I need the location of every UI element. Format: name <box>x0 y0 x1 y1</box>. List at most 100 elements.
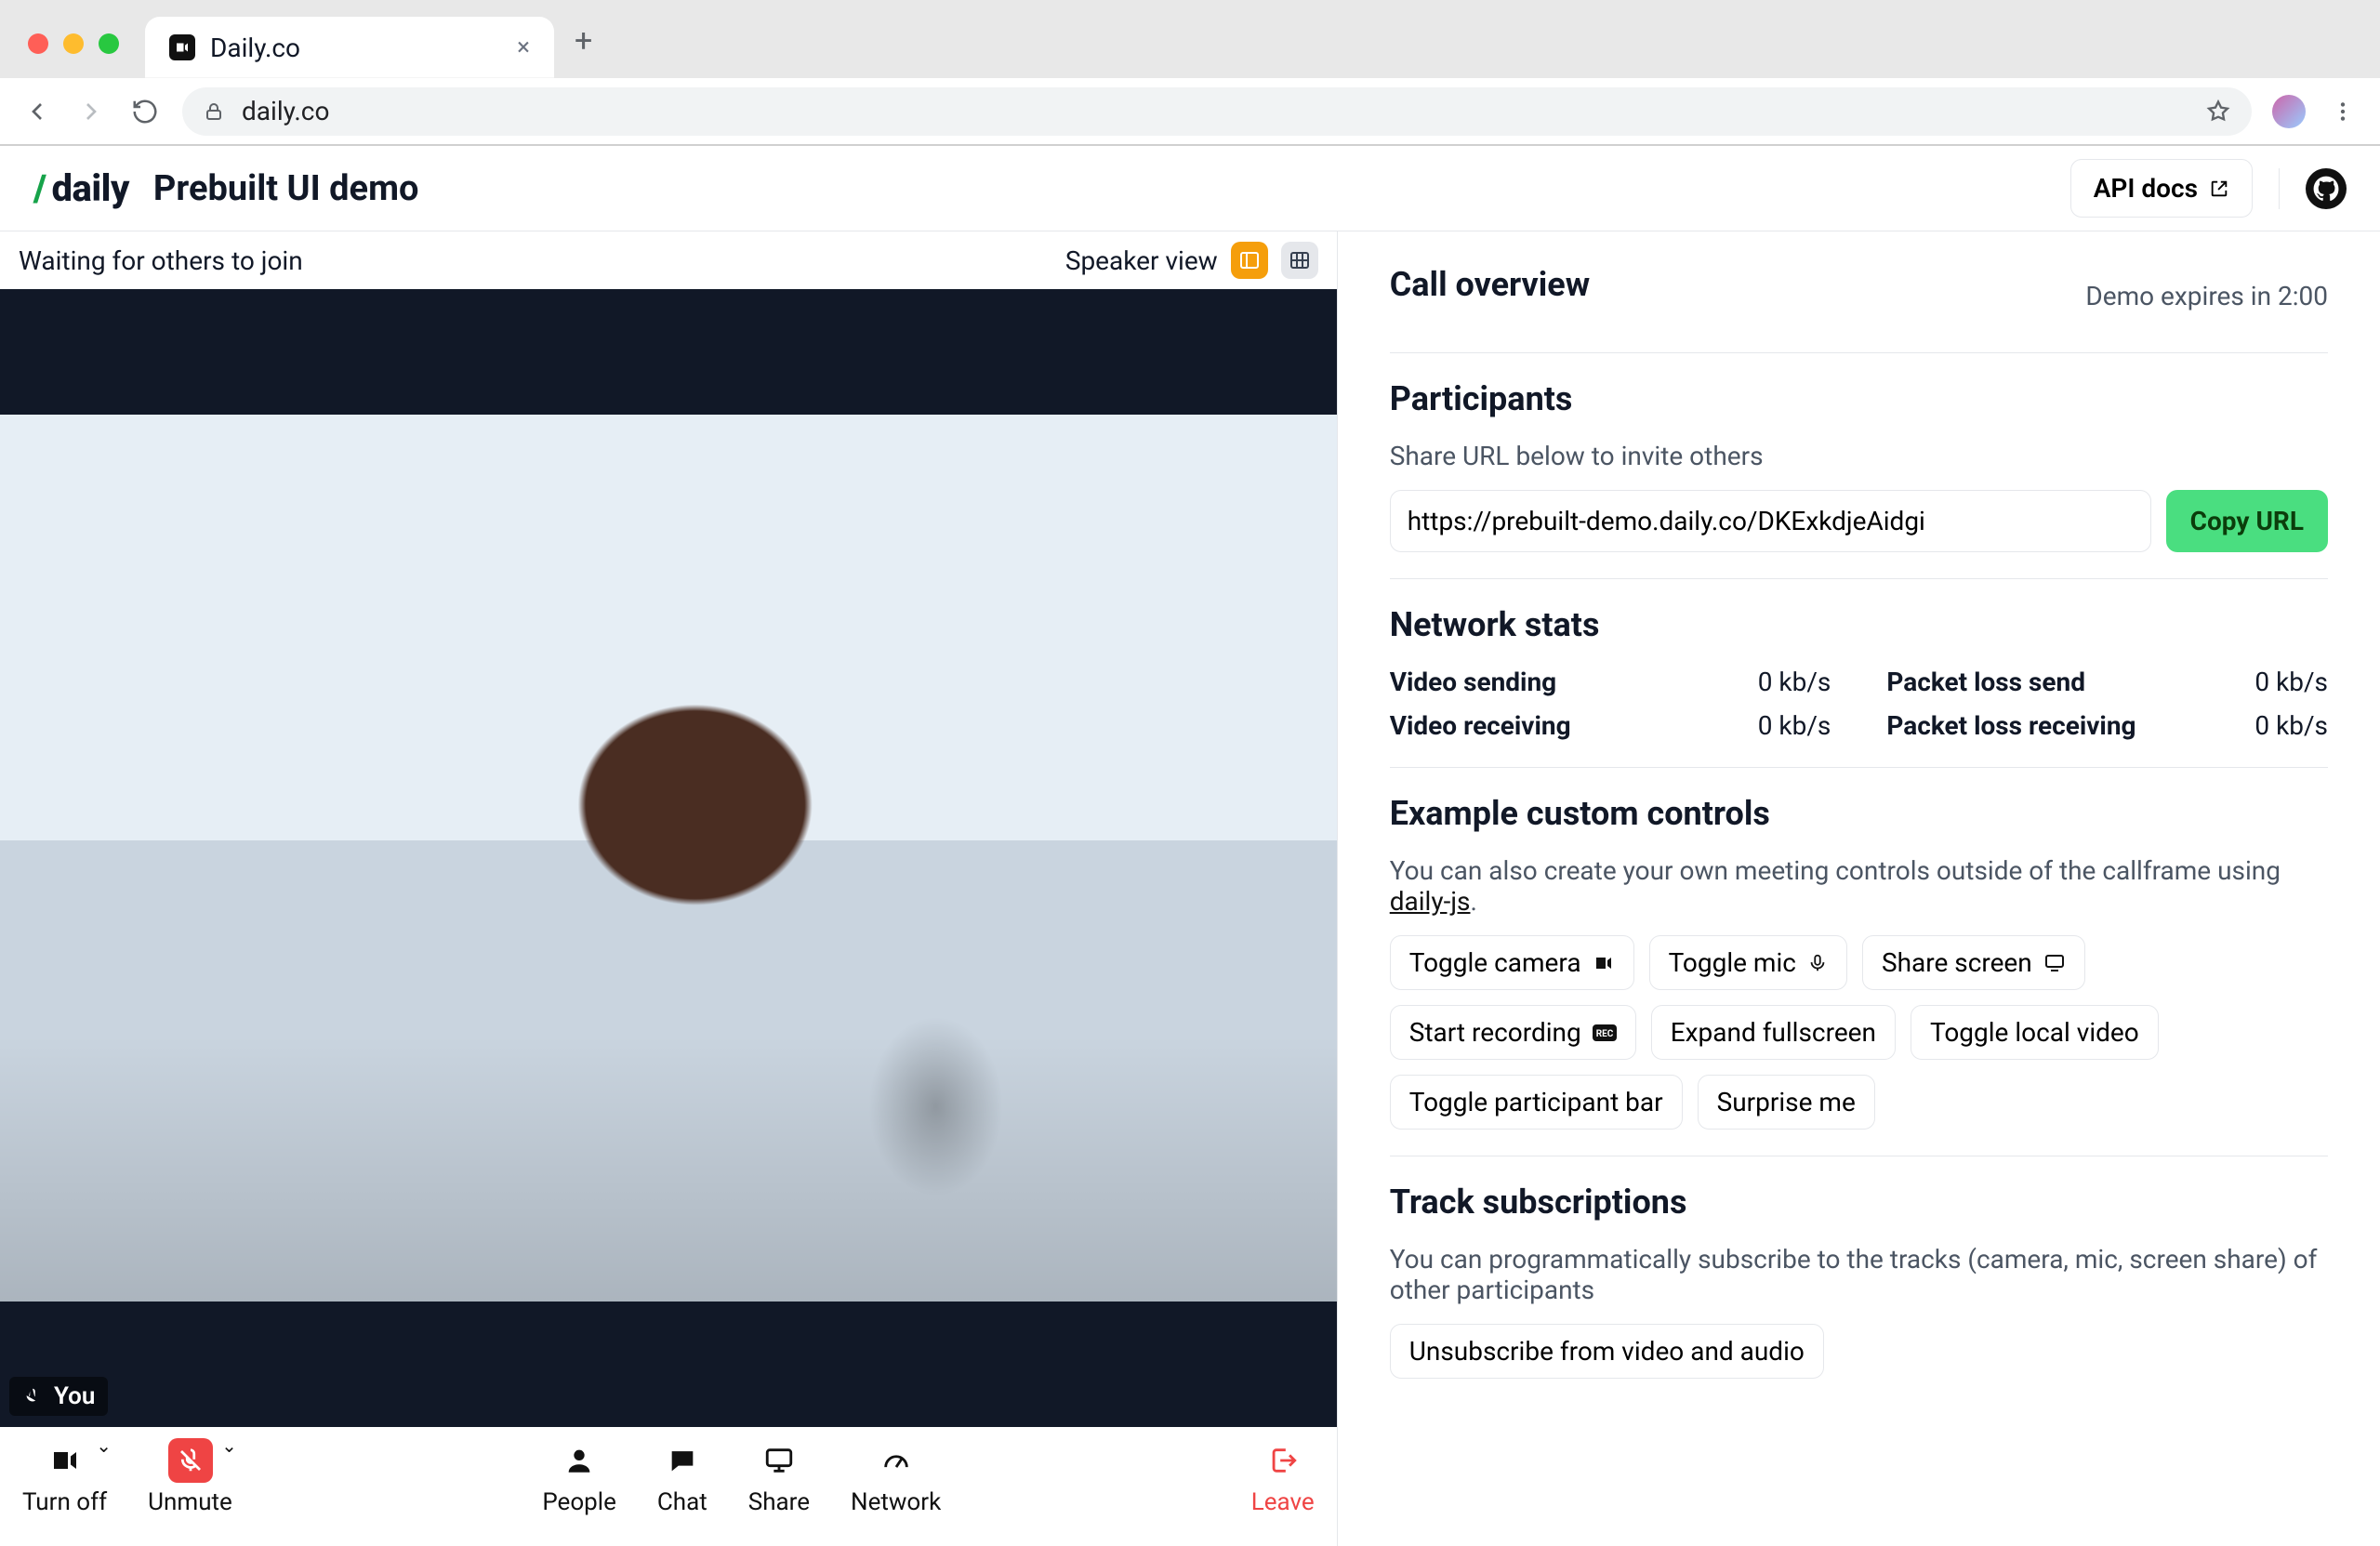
tracks-desc: You can programmatically subscribe to th… <box>1390 1244 2328 1305</box>
network-stats: Video sending 0 kb/s Packet loss send 0 … <box>1390 667 2328 741</box>
chat-label: Chat <box>657 1488 707 1516</box>
tab-title: Daily.co <box>210 33 300 63</box>
divider <box>1390 352 2328 353</box>
profile-avatar[interactable] <box>2272 95 2306 128</box>
camera-icon <box>43 1438 87 1483</box>
rec-icon: REC <box>1593 1024 1617 1041</box>
stat-label: Video receiving <box>1390 710 1758 741</box>
network-button[interactable]: Network <box>851 1438 941 1516</box>
grid-view-icon[interactable] <box>1281 242 1318 279</box>
overview-title: Call overview <box>1390 265 1590 304</box>
stat-value: 0 kb/s <box>1758 710 1831 741</box>
camera-toggle-button[interactable]: ⌄ Turn off <box>22 1438 107 1516</box>
share-screen-chip[interactable]: Share screen <box>1862 935 2085 990</box>
surprise-me-chip[interactable]: Surprise me <box>1698 1075 1875 1130</box>
chrome-menu-icon[interactable] <box>2326 95 2360 128</box>
tab-strip: Daily.co × + <box>0 0 2380 78</box>
toggle-participant-bar-chip[interactable]: Toggle participant bar <box>1390 1075 1683 1130</box>
close-tab-icon[interactable]: × <box>517 35 530 59</box>
brand-text: daily <box>52 166 129 210</box>
screen-share-icon <box>757 1438 801 1483</box>
svg-text:REC: REC <box>1595 1029 1613 1039</box>
people-label: People <box>542 1488 616 1516</box>
screen-icon <box>2043 952 2066 974</box>
stat-value: 0 kb/s <box>2254 667 2328 697</box>
camera-icon <box>1593 952 1615 974</box>
toggle-mic-chip[interactable]: Toggle mic <box>1649 935 1847 990</box>
self-video <box>0 415 1337 1302</box>
custom-controls-desc: You can also create your own meeting con… <box>1390 855 2328 917</box>
leave-icon <box>1261 1438 1305 1483</box>
stat-label: Packet loss receiving <box>1886 710 2254 741</box>
toolbar: daily.co <box>0 78 2380 145</box>
call-toolbar: ⌄ Turn off ⌄ Unmute People <box>0 1427 1337 1546</box>
brand-logo[interactable]: /daily <box>33 166 129 210</box>
share-label: Share <box>748 1488 810 1516</box>
view-label: Speaker view <box>1065 245 1218 276</box>
minimize-window-icon[interactable] <box>63 33 84 54</box>
forward-icon[interactable] <box>74 95 108 128</box>
close-window-icon[interactable] <box>28 33 48 54</box>
toggle-camera-chip[interactable]: Toggle camera <box>1390 935 1634 990</box>
stat-value: 0 kb/s <box>1758 667 1831 697</box>
window-controls <box>28 33 119 54</box>
video-stage: You <box>0 289 1337 1427</box>
participants-hint: Share URL below to invite others <box>1390 441 2328 471</box>
chat-icon <box>660 1438 705 1483</box>
video-top-bar: Waiting for others to join Speaker view <box>0 231 1337 289</box>
self-label: You <box>9 1377 108 1416</box>
people-icon <box>557 1438 602 1483</box>
mic-icon <box>1807 953 1828 973</box>
share-button[interactable]: Share <box>748 1438 810 1516</box>
participants-title: Participants <box>1390 379 2328 418</box>
github-icon[interactable] <box>2306 168 2347 209</box>
mic-menu-icon[interactable]: ⌄ <box>221 1434 237 1457</box>
mic-muted-icon <box>168 1438 213 1483</box>
divider <box>1390 578 2328 579</box>
speaker-view-icon[interactable] <box>1231 242 1268 279</box>
fullscreen-window-icon[interactable] <box>99 33 119 54</box>
favicon-icon <box>169 34 195 60</box>
network-stats-title: Network stats <box>1390 605 2328 644</box>
app-header: /daily Prebuilt UI demo API docs <box>0 146 2380 231</box>
unsubscribe-chip[interactable]: Unsubscribe from video and audio <box>1390 1324 1824 1379</box>
start-recording-chip[interactable]: Start recording REC <box>1390 1005 1636 1060</box>
camera-label: Turn off <box>22 1488 107 1516</box>
api-docs-label: API docs <box>2094 173 2198 204</box>
daily-js-link[interactable]: daily-js <box>1390 886 1471 917</box>
share-url-input[interactable] <box>1390 490 2151 552</box>
url-text: daily.co <box>242 96 329 126</box>
divider <box>2279 168 2280 209</box>
stat-label: Packet loss send <box>1886 667 2254 697</box>
expand-fullscreen-chip[interactable]: Expand fullscreen <box>1651 1005 1896 1060</box>
address-bar[interactable]: daily.co <box>182 87 2252 136</box>
status-text: Waiting for others to join <box>19 245 303 276</box>
custom-controls-title: Example custom controls <box>1390 794 2328 833</box>
new-tab-button[interactable]: + <box>575 22 592 59</box>
you-text: You <box>54 1382 95 1410</box>
divider <box>1390 767 2328 768</box>
people-button[interactable]: People <box>542 1438 616 1516</box>
camera-menu-icon[interactable]: ⌄ <box>96 1434 112 1457</box>
copy-url-button[interactable]: Copy URL <box>2166 490 2328 552</box>
mic-label: Unmute <box>148 1488 232 1516</box>
toggle-local-video-chip[interactable]: Toggle local video <box>1911 1005 2159 1060</box>
demo-expiry: Demo expires in 2:00 <box>2085 281 2328 311</box>
leave-button[interactable]: Leave <box>1251 1438 1315 1516</box>
reload-icon[interactable] <box>128 95 162 128</box>
network-label: Network <box>851 1488 941 1516</box>
gauge-icon <box>874 1438 919 1483</box>
stat-value: 0 kb/s <box>2254 710 2328 741</box>
browser-tab[interactable]: Daily.co × <box>145 17 554 78</box>
mic-toggle-button[interactable]: ⌄ Unmute <box>148 1438 232 1516</box>
chat-button[interactable]: Chat <box>657 1438 707 1516</box>
lock-icon <box>203 100 225 123</box>
back-icon[interactable] <box>20 95 54 128</box>
mic-muted-icon <box>22 1386 43 1407</box>
external-link-icon <box>2209 178 2229 199</box>
browser-chrome: Daily.co × + daily.co <box>0 0 2380 146</box>
api-docs-button[interactable]: API docs <box>2070 159 2253 218</box>
leave-label: Leave <box>1251 1488 1315 1516</box>
star-icon[interactable] <box>2205 99 2231 125</box>
main: Waiting for others to join Speaker view … <box>0 231 2380 1546</box>
